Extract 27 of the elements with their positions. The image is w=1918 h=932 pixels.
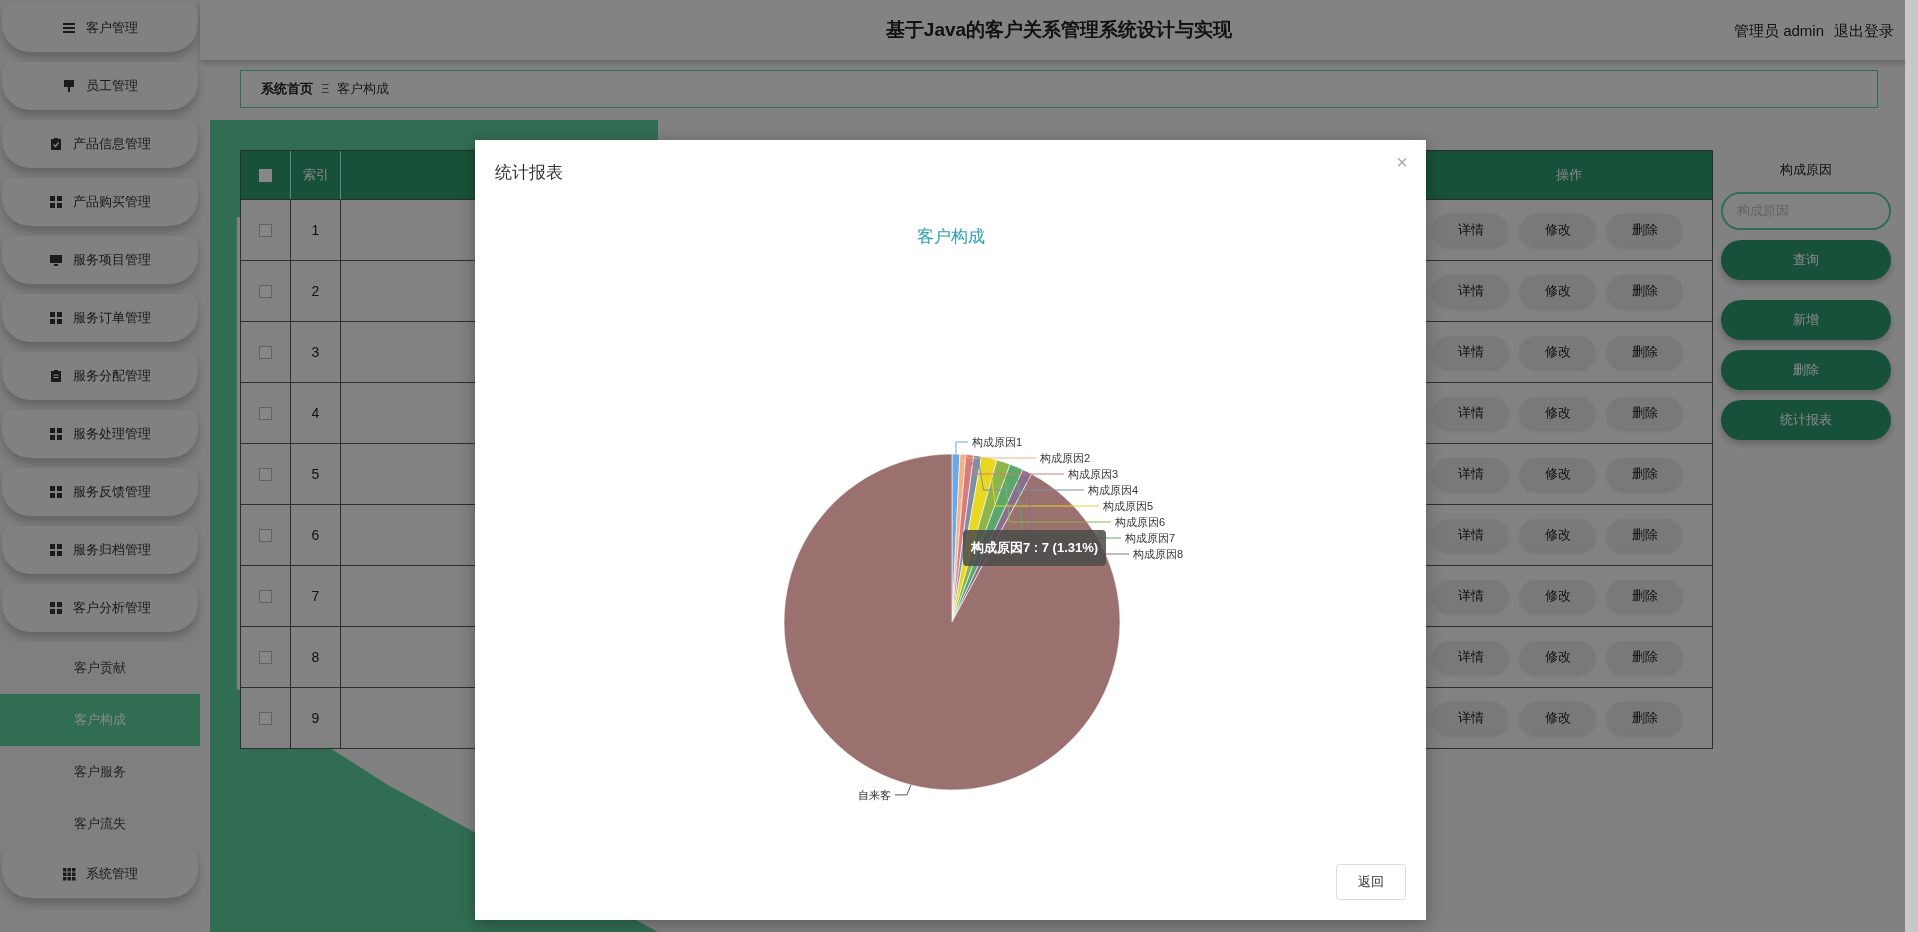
- column-header: 索引: [291, 151, 341, 199]
- table-cell: 5: [291, 444, 341, 504]
- filter-label: 构成原因: [1779, 161, 1833, 179]
- page-title: 基于Java的客户关系管理系统设计与实现: [885, 17, 1233, 42]
- slice-label: 构成原因1: [972, 436, 1023, 448]
- slice-label: 构成原因8: [1133, 548, 1184, 560]
- dialog-title: 统计报表: [495, 162, 563, 184]
- table-cell: 9: [291, 688, 341, 748]
- table-cell: 7: [291, 566, 341, 626]
- table-cell: 2: [291, 261, 341, 321]
- user-label: 管理员 admin: [1733, 21, 1824, 41]
- table-cell: 4: [291, 383, 341, 443]
- table-cell: 1: [291, 200, 341, 260]
- slice-label: 构成原因5: [1103, 500, 1154, 512]
- table-cell: 8: [291, 627, 341, 687]
- slice-label: 构成原因4: [1088, 484, 1139, 496]
- slice-label: 构成原因7: [1125, 532, 1176, 544]
- chart-title: 客户构成: [915, 226, 986, 248]
- table-cell: 6: [291, 505, 341, 565]
- slice-label: 构成原因3: [1068, 468, 1119, 480]
- slice-label: 自来客: [857, 788, 891, 801]
- column-header: 操作: [1554, 166, 1583, 185]
- breadcrumb-separator: Ξ: [321, 80, 330, 99]
- slice-label: 构成原因2: [1040, 452, 1091, 464]
- chart-tooltip: 构成原因7 : 7 (1.31%): [963, 530, 1107, 566]
- table-cell: 3: [291, 322, 341, 382]
- slice-label: 构成原因6: [1115, 516, 1166, 528]
